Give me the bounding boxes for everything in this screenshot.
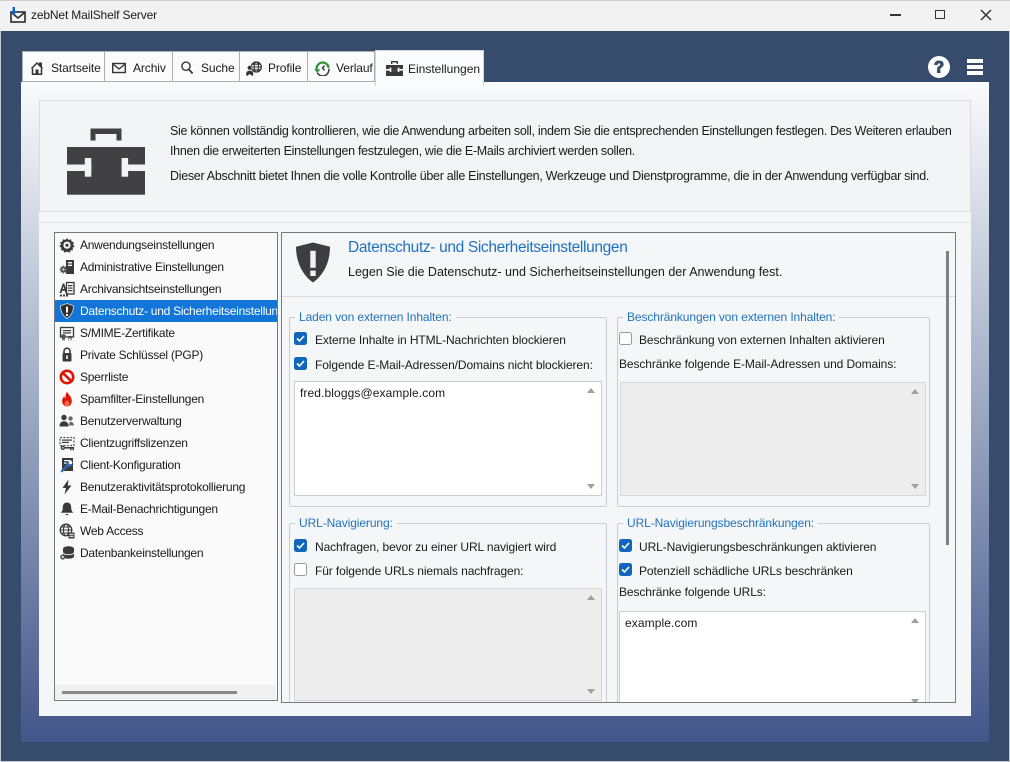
svg-text:R: R xyxy=(68,336,73,342)
svg-text:?: ? xyxy=(934,59,944,77)
